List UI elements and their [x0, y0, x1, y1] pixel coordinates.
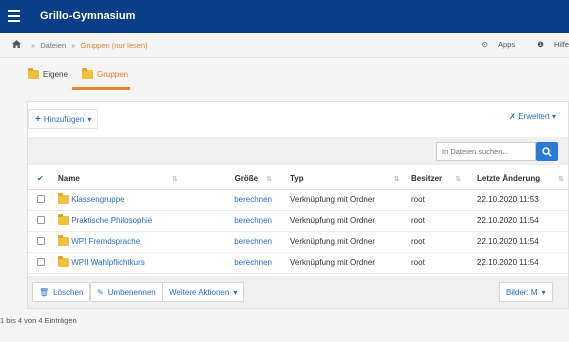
caret-down-icon: ▾ — [87, 114, 92, 124]
breadcrumb-files[interactable]: Dateien — [40, 41, 66, 50]
column-name[interactable]: Name ⇅ — [54, 169, 199, 190]
search-button[interactable] — [536, 142, 558, 161]
file-name-link[interactable]: WPII Wahlpflichtkurs — [71, 258, 145, 267]
file-name-link[interactable]: Klassengruppe — [71, 195, 124, 204]
table-row[interactable]: WPI Fremdsprache berechnen Verknüpfung m… — [28, 231, 568, 253]
action-bar: 🗑 Löschen ✎ Umbenennen Weitere Aktionen … — [28, 276, 568, 308]
search-input[interactable] — [436, 142, 536, 161]
rename-button[interactable]: ✎ Umbenennen — [90, 282, 163, 302]
app-title[interactable]: Grillo-Gymnasium — [40, 10, 135, 22]
breadcrumb: » Dateien » Gruppen (nur lesen) — [12, 40, 148, 50]
home-icon[interactable] — [12, 40, 21, 50]
file-type: Verknüpfung mit Ordner — [286, 189, 407, 211]
file-panel: + Hinzufügen ▾ ✗ Erweitert ▾ ✔ Name⇅ Grö… — [27, 101, 569, 309]
file-modified: 22.10.2020 11:54 — [473, 231, 568, 253]
file-type: Verknüpfung mit Ordner — [286, 210, 407, 232]
tools-icon: ✗ — [509, 112, 516, 121]
compute-size-link[interactable]: berechnen — [234, 258, 272, 267]
apps-link[interactable]: ⊙ Apps — [472, 40, 515, 49]
sort-icon[interactable]: ⇅ — [172, 176, 178, 183]
file-owner: root — [407, 189, 473, 211]
delete-button[interactable]: 🗑 Löschen — [32, 282, 91, 302]
images-size-button[interactable]: Bilder: M ▾ — [499, 282, 553, 302]
column-type[interactable]: Typ ⇅ — [286, 169, 407, 190]
row-checkbox[interactable] — [37, 236, 45, 245]
file-modified: 22.10.2020 11:54 — [473, 252, 568, 274]
advanced-button[interactable]: ✗ Erweitert ▾ — [509, 112, 556, 121]
folder-icon — [58, 193, 69, 205]
caret-down-icon: ▾ — [551, 112, 556, 121]
row-checkbox[interactable] — [37, 257, 45, 266]
entries-count: 1 bis 4 von 4 Einträgen — [0, 316, 77, 325]
caret-down-icon: ▾ — [541, 287, 546, 297]
table-row[interactable]: Praktische Philosophie berechnen Verknüp… — [28, 210, 568, 232]
table-row[interactable]: WPII Wahlpflichtkurs berechnen Verknüpfu… — [28, 252, 568, 274]
select-all-checkbox[interactable]: ✔ — [28, 169, 54, 190]
folder-icon — [82, 68, 93, 79]
sort-icon[interactable]: ⇅ — [266, 176, 272, 183]
tab-bar: Eigene Gruppen — [0, 58, 569, 94]
sort-icon[interactable]: ⇅ — [394, 176, 400, 183]
help-link[interactable]: ❶ Hilfe — [527, 40, 569, 49]
breadcrumb-separator: » — [71, 41, 76, 50]
file-owner: root — [407, 210, 473, 232]
caret-down-icon: ▾ — [233, 287, 238, 297]
sort-icon[interactable]: ⇅ — [558, 176, 564, 183]
pencil-icon: ✎ — [97, 287, 104, 297]
more-actions-button[interactable]: Weitere Aktionen ▾ — [162, 282, 245, 302]
tab-groups[interactable]: Gruppen — [82, 68, 128, 79]
file-modified: 22.10.2020 11:53 — [473, 189, 568, 211]
folder-icon — [28, 68, 39, 79]
top-links: ⊙ Apps ❶ Hilfe — [462, 40, 569, 49]
search-area — [28, 137, 568, 165]
file-name-link[interactable]: Praktische Philosophie — [71, 216, 152, 225]
folder-icon — [58, 256, 69, 268]
row-checkbox[interactable] — [37, 194, 45, 203]
file-type: Verknüpfung mit Ordner — [286, 252, 407, 274]
file-owner: root — [407, 231, 473, 253]
menu-icon[interactable] — [8, 10, 20, 22]
compute-size-link[interactable]: berechnen — [234, 195, 272, 204]
compute-size-link[interactable]: berechnen — [234, 216, 272, 225]
folder-icon — [58, 214, 69, 226]
breadcrumb-bar: » Dateien » Gruppen (nur lesen) ⊙ Apps ❶H… — [0, 33, 569, 58]
breadcrumb-separator: » — [31, 41, 36, 50]
breadcrumb-groups: Gruppen (nur lesen) — [80, 41, 148, 50]
row-checkbox[interactable] — [37, 215, 45, 224]
add-button[interactable]: + Hinzufügen ▾ — [28, 109, 99, 129]
sort-icon[interactable]: ⇅ — [455, 176, 461, 183]
active-tab-indicator — [72, 87, 130, 90]
trash-icon: 🗑 — [39, 287, 50, 297]
compute-size-link[interactable]: berechnen — [234, 237, 272, 246]
file-name-link[interactable]: WPI Fremdsprache — [71, 237, 140, 246]
column-modified[interactable]: Letzte Änderung ⇅ — [473, 169, 568, 190]
tab-own[interactable]: Eigene — [28, 68, 68, 79]
file-table: ✔ Name ⇅ Größe ⇅ Typ ⇅ Besitzer ⇅ Letzte Änd… — [28, 169, 568, 274]
file-modified: 22.10.2020 11:54 — [473, 210, 568, 232]
top-navbar: Grillo-Gymnasium — [0, 0, 569, 33]
table-header-row: ✔ Name ⇅ Größe ⇅ Typ ⇅ Besitzer ⇅ Letzte Änd… — [28, 169, 568, 190]
table-row[interactable]: Klassengruppe berechnen Verknüpfung mit … — [28, 189, 568, 211]
file-owner: root — [407, 252, 473, 274]
folder-icon — [58, 235, 69, 247]
column-owner[interactable]: Besitzer ⇅ — [407, 169, 473, 190]
column-size[interactable]: Größe ⇅ — [199, 169, 286, 190]
search-icon — [542, 147, 552, 157]
plus-icon: + — [35, 113, 41, 125]
file-type: Verknüpfung mit Ordner — [286, 231, 407, 253]
check-all-icon: ✔ — [37, 174, 44, 184]
help-icon: ❶ — [537, 40, 544, 49]
apps-icon: ⊙ — [481, 40, 489, 49]
